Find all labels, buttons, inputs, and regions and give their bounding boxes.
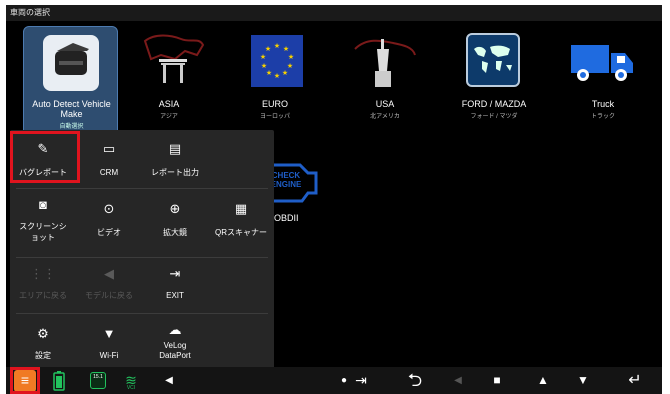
tile-name: ASIA: [158, 99, 180, 109]
tile-sub: 自動選択: [59, 124, 84, 130]
menu-exit[interactable]: ⇥ EXIT: [142, 267, 208, 307]
tile-name: Truck: [591, 99, 615, 109]
menu-velog-dataport[interactable]: ☁ VeLog DataPort: [142, 323, 208, 367]
svg-text:★: ★: [274, 42, 280, 50]
tile-sub: アジア: [160, 114, 178, 120]
tile-usa[interactable]: USA 北アメリカ: [339, 27, 431, 139]
menu-crm[interactable]: ▭ CRM: [76, 142, 142, 182]
tile-sub: 北アメリカ: [370, 114, 400, 120]
obd-dongle-icon: [43, 35, 99, 91]
menu-magnifier[interactable]: ⊕ 拡大鏡: [142, 198, 208, 252]
svg-text:★: ★: [274, 72, 280, 80]
menu-label: 設定: [35, 351, 51, 360]
menu-label: モデルに戻る: [85, 291, 133, 300]
divider: [16, 188, 268, 189]
menu-label: QRスキャナー: [215, 228, 267, 237]
menu-screenshot[interactable]: ◙ スクリーンシ ョット: [10, 198, 76, 252]
page-icon[interactable]: ■: [490, 367, 504, 394]
video-record-icon: ⊙: [103, 201, 115, 216]
menu-wifi[interactable]: ▼ Wi-Fi: [76, 323, 142, 367]
exit-icon: ⇥: [169, 266, 181, 281]
svg-text:★: ★: [261, 62, 267, 70]
menu-label-line1: VeLog: [163, 341, 187, 350]
dot-icon: ●: [340, 375, 348, 386]
tile-name: Auto Detect Vehicle Make: [32, 99, 111, 119]
left-arrow-icon: ◀: [454, 375, 462, 386]
menu-label: Wi-Fi: [99, 351, 119, 360]
menu-label: CRM: [99, 168, 119, 177]
divider: [16, 257, 268, 258]
screenshot-icon: ◙: [39, 197, 47, 212]
report-export-icon: ▤: [168, 141, 182, 156]
gear-icon: ⚙: [37, 326, 49, 341]
menu-label: エリアに戻る: [19, 291, 67, 300]
tile-ford-mazda[interactable]: FORD / MAZDA フォード / マツダ: [448, 27, 540, 139]
tile-auto-detect[interactable]: Auto Detect Vehicle Make 自動選択: [23, 26, 118, 141]
menu-label: レポート出力: [151, 168, 199, 177]
tile-truck[interactable]: Truck トラック: [557, 27, 649, 139]
vci-label: VCI: [126, 385, 136, 391]
menu-report-export[interactable]: ▤ レポート出力: [142, 142, 208, 182]
tile-name: FORD / MAZDA: [461, 99, 527, 109]
menu-label: 拡大鏡: [163, 228, 187, 237]
back-icon[interactable]: ⮌: [398, 367, 432, 394]
vci-status: 15.1: [88, 367, 108, 394]
menu-label-line2: DataPort: [159, 351, 191, 360]
battery-voltage: 15.1: [93, 374, 103, 380]
magnifier-icon: ⊕: [169, 201, 181, 216]
highlight-bug-report: [10, 131, 80, 183]
vci-wifi-status: ≋ VCI: [118, 367, 144, 394]
svg-text:★: ★: [283, 45, 289, 53]
eu-flag-icon: ★ ★ ★ ★ ★ ★ ★ ★ ★ ★: [251, 35, 303, 87]
truck-icon: [569, 41, 635, 85]
svg-text:★: ★: [265, 45, 271, 53]
tile-name: USA: [375, 99, 395, 109]
qr-code-icon: ▦: [234, 201, 248, 216]
wifi-icon: ▼: [102, 326, 116, 341]
svg-text:★: ★: [260, 53, 266, 61]
prev-arrow-icon[interactable]: ◀: [162, 367, 176, 394]
cloud-upload-icon: ☁: [168, 322, 182, 337]
world-map-icon: [466, 33, 520, 87]
svg-text:★: ★: [288, 53, 294, 61]
exit-icon[interactable]: ⇥: [352, 367, 370, 394]
tile-asia[interactable]: ASIA アジア: [123, 27, 215, 139]
svg-text:★: ★: [266, 69, 272, 77]
battery-icon: [53, 371, 65, 391]
up-arrow-icon[interactable]: ▲: [534, 367, 552, 394]
menu-back-to-model: ◀ モデルに戻る: [76, 267, 142, 307]
menu-label: EXIT: [166, 291, 184, 300]
tile-sub: トラック: [590, 114, 615, 120]
enter-icon[interactable]: ↵: [618, 367, 652, 394]
taskbar: ≡ 15.1 ≋ VCI ◀ ● ⇥ ⮌ ◀ ■ ▲ ▼ ↵: [6, 367, 662, 394]
tile-sub: フォード / マツダ: [470, 114, 518, 120]
menu-label-line1: スクリーンシ: [19, 222, 67, 231]
menu-label-line2: ョット: [31, 233, 55, 242]
tile-sub: ヨーロッパ: [259, 114, 290, 120]
menu-back-to-area: ⋮⋮ エリアに戻る: [10, 267, 76, 307]
tile-euro[interactable]: ★ ★ ★ ★ ★ ★ ★ ★ ★ ★ EURO ヨーロッパ: [229, 27, 321, 139]
menu-label: ビデオ: [97, 228, 121, 237]
menu-video[interactable]: ⊙ ビデオ: [76, 198, 142, 252]
svg-text:★: ★: [282, 69, 288, 77]
back-arrow-icon: ◀: [104, 266, 114, 281]
asia-map-icon: [141, 29, 205, 87]
screen: 車両の選択 Auto Detect Vehicle Make 自動選択 ASIA…: [6, 5, 662, 394]
highlight-menu-button: [10, 367, 40, 394]
tile-name: EURO: [261, 99, 288, 109]
grid-icon: ⋮⋮: [30, 266, 56, 281]
menu-settings[interactable]: ⚙ 設定: [10, 323, 76, 367]
statue-of-liberty-icon: [353, 29, 417, 89]
tile-name: OBDII: [274, 213, 299, 223]
clipboard-icon: ▭: [102, 141, 116, 156]
battery-status: [52, 367, 66, 394]
divider: [16, 313, 268, 314]
down-arrow-icon[interactable]: ▼: [574, 367, 592, 394]
menu-qr-scanner[interactable]: ▦ QRスキャナー: [208, 198, 274, 252]
window-title: 車両の選択: [6, 5, 662, 21]
